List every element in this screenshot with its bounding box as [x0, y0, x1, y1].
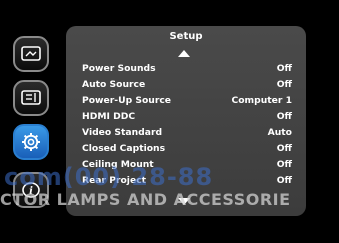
watermark-text: CTOR LAMPS AND ACCESSORIE	[0, 190, 291, 209]
menu-row-value: Off	[276, 143, 292, 154]
menu-row-value: Auto	[267, 127, 292, 138]
menu-row-video-standard[interactable]: Video Standard Auto	[82, 127, 292, 141]
picture-icon	[21, 46, 41, 61]
menu-row-label: Power-Up Source	[82, 95, 172, 106]
sidebar-item-picture[interactable]	[13, 36, 49, 72]
menu-row-auto-source[interactable]: Auto Source Off	[82, 79, 292, 93]
menu-row-label: Video Standard	[82, 127, 163, 138]
menu-row-label: Closed Captions	[82, 143, 166, 154]
menu-row-hdmi-ddc[interactable]: HDMI DDC Off	[82, 111, 292, 125]
menu-row-value: Off	[276, 63, 292, 74]
gear-icon	[22, 133, 40, 151]
panel-title: Setup	[169, 31, 203, 42]
scroll-up-arrow-icon[interactable]	[178, 50, 190, 57]
menu-row-power-up-source[interactable]: Power-Up Source Computer 1	[82, 95, 292, 109]
menu-row-label: HDMI DDC	[82, 111, 136, 122]
menu-row-value: Computer 1	[231, 95, 293, 106]
menu-row-closed-captions[interactable]: Closed Captions Off	[82, 143, 292, 157]
settings-list-icon	[21, 90, 41, 105]
menu-row-value: Off	[276, 111, 292, 122]
watermark-phone: com(00) 28-88	[4, 163, 214, 191]
menu-row-power-sounds[interactable]: Power Sounds Off	[82, 63, 292, 77]
menu-row-value: Off	[276, 79, 292, 90]
menu-row-label: Power Sounds	[82, 63, 156, 74]
sidebar-item-settings-list[interactable]	[13, 80, 49, 116]
menu-row-label: Auto Source	[82, 79, 146, 90]
sidebar-item-setup[interactable]	[13, 124, 49, 160]
